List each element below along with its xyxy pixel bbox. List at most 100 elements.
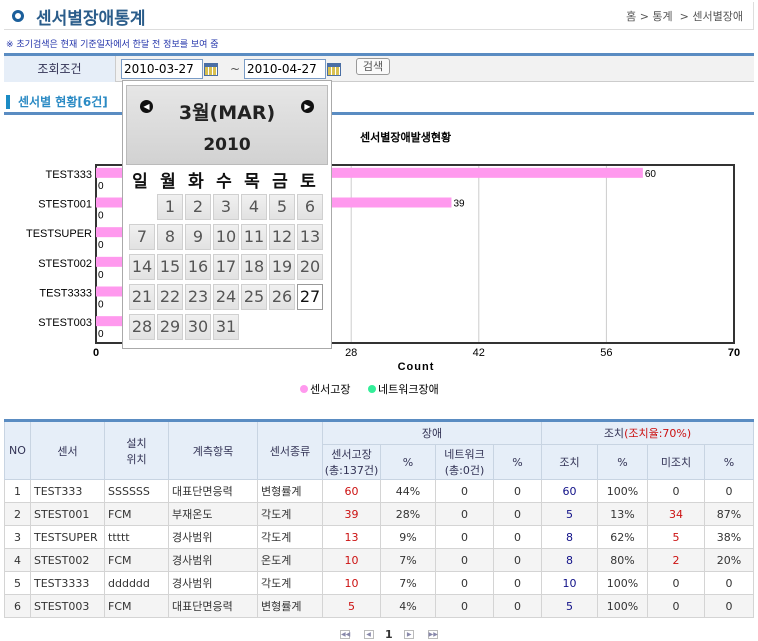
calendar-day-12[interactable]: 12	[269, 224, 295, 250]
row-sensor-fault-pct: 4%	[380, 594, 436, 618]
next-month-icon[interactable]: ▶	[301, 100, 314, 113]
title-circle-icon	[12, 10, 24, 22]
current-page[interactable]: 1	[385, 628, 393, 641]
calendar-day-20[interactable]: 20	[297, 254, 323, 280]
row-no: 6	[4, 594, 31, 618]
last-page-icon[interactable]: ▶▶	[427, 629, 438, 639]
end-calendar-icon[interactable]	[327, 63, 341, 76]
calendar-weekdays: 일 월 화 수 목 금 토	[126, 167, 328, 192]
row-action: 60	[541, 479, 598, 503]
calendar-day-28[interactable]: 28	[129, 314, 155, 340]
row-sensor-fault-pct: 7%	[380, 571, 436, 595]
sensor-fault-label: 센서고장	[331, 448, 372, 461]
section-header: 센서별 현황[6건]	[4, 90, 754, 115]
row-no-action: 2	[647, 548, 705, 572]
page-title: 센서별장애통계	[36, 9, 146, 29]
calendar-day-3[interactable]: 3	[213, 194, 239, 220]
row-sensor-fault-pct: 44%	[380, 479, 436, 503]
calendar-day-2[interactable]: 2	[185, 194, 211, 220]
row-sensor-fault: 10	[322, 548, 381, 572]
row-sensor: STEST002	[30, 548, 105, 572]
row-measure: 부재온도	[168, 502, 258, 526]
bar-value-label: 0	[98, 181, 104, 192]
calendar-day-13[interactable]: 13	[297, 224, 323, 250]
calendar-day-14[interactable]: 14	[129, 254, 155, 280]
col-no: NO	[4, 420, 31, 480]
calendar-day-26[interactable]: 26	[269, 284, 295, 310]
breadcrumb-home[interactable]: 홈	[626, 10, 636, 23]
calendar-day-15[interactable]: 15	[157, 254, 183, 280]
calendar-day-22[interactable]: 22	[157, 284, 183, 310]
col-measure: 계측항목	[168, 420, 258, 480]
y-tick-label: STEST002	[38, 258, 92, 270]
row-sensor-type: 각도계	[257, 571, 323, 595]
table-row: 4 STEST002 FCM 경사범위 온도계 10 7% 0 0 8 80% 2 20%	[4, 548, 754, 572]
row-sensor-type: 각도계	[257, 502, 323, 526]
table-row: 1 TEST333 SSSSSS 대표단면응력 변형률계 60 44% 0 0 60 100% 0 0	[4, 479, 754, 503]
row-action: 5	[541, 502, 598, 526]
x-tick-label: 56	[600, 347, 612, 359]
weekday-sat: 토	[300, 172, 316, 192]
search-button[interactable]: 검색	[356, 58, 390, 75]
calendar-day-9[interactable]: 9	[185, 224, 211, 250]
col-sensor-fault: 센서고장 (총:137건)	[322, 444, 381, 480]
legend-sensor-fault-dot-icon	[300, 385, 308, 393]
calendar-day-23[interactable]: 23	[185, 284, 211, 310]
calendar-day-25[interactable]: 25	[241, 284, 267, 310]
row-no-action-pct: 87%	[704, 502, 754, 526]
calendar-day-17[interactable]: 17	[213, 254, 239, 280]
sensor-fault-table: NO 센서 설치 위치 계측항목 센서종류 장애 조치(조치율:70%) 센서고…	[4, 419, 754, 618]
calendar-day-7[interactable]: 7	[129, 224, 155, 250]
calendar-day-10[interactable]: 10	[213, 224, 239, 250]
section-bar-icon	[6, 95, 10, 109]
calendar-day-30[interactable]: 30	[185, 314, 211, 340]
prev-page-icon[interactable]: ◀	[363, 629, 374, 639]
calendar-year: 2010	[203, 135, 251, 155]
calendar-day-1[interactable]: 1	[157, 194, 183, 220]
legend-network-fault: 네트워크장애	[377, 383, 439, 396]
calendar-day-11[interactable]: 11	[241, 224, 267, 250]
start-calendar-icon[interactable]	[204, 63, 218, 76]
row-sensor: TEST3333	[30, 571, 105, 595]
calendar-day-4[interactable]: 4	[241, 194, 267, 220]
breadcrumb-stats[interactable]: 통계	[652, 10, 672, 23]
calendar-day-31[interactable]: 31	[213, 314, 239, 340]
calendar-day-27[interactable]: 27	[297, 284, 323, 310]
first-page-icon[interactable]: ◀◀	[340, 629, 350, 639]
row-measure: 대표단면응력	[168, 479, 258, 503]
row-no-action-pct: 0	[704, 571, 754, 595]
end-date-input[interactable]	[244, 59, 326, 79]
breadcrumb-separator: >	[639, 10, 649, 23]
calendar-day-5[interactable]: 5	[269, 194, 295, 220]
pagination: ◀◀ ◀ 1 ▶ ▶▶	[335, 627, 443, 641]
row-action-pct: 80%	[597, 548, 648, 572]
row-sensor: TEST333	[30, 479, 105, 503]
next-page-icon[interactable]: ▶	[404, 629, 415, 639]
x-tick-label: 70	[728, 347, 740, 359]
row-no-action: 34	[647, 502, 705, 526]
calendar-day-29[interactable]: 29	[157, 314, 183, 340]
row-sensor: STEST001	[30, 502, 105, 526]
start-date-input[interactable]	[121, 59, 203, 79]
calendar-day-8[interactable]: 8	[157, 224, 183, 250]
col-action: 조치	[541, 444, 598, 480]
calendar-day-16[interactable]: 16	[185, 254, 211, 280]
calendar-month: 3월(MAR)	[178, 102, 276, 124]
page-header: 센서별장애통계 홈 > 통계 > 센서별장애	[4, 2, 754, 30]
calendar-day-6[interactable]: 6	[297, 194, 323, 220]
row-sensor-fault-pct: 28%	[380, 502, 436, 526]
calendar-day-21[interactable]: 21	[129, 284, 155, 310]
calendar-day-19[interactable]: 19	[269, 254, 295, 280]
calendar-day-18[interactable]: 18	[241, 254, 267, 280]
row-sensor-fault-pct: 7%	[380, 548, 436, 572]
col-sensor-fault-pct: %	[380, 444, 436, 480]
table-row: 6 STEST003 FCM 대표단면응력 변형률계 5 4% 0 0 5 100% 0 0	[4, 594, 754, 618]
row-measure: 대표단면응력	[168, 594, 258, 618]
weekday-tue: 화	[188, 172, 204, 192]
calendar-day-24[interactable]: 24	[213, 284, 239, 310]
bar-value-label: 60	[645, 169, 657, 180]
row-no: 3	[4, 525, 31, 549]
bar-value-label: 39	[453, 199, 465, 210]
row-action-pct: 13%	[597, 502, 648, 526]
col-location: 설치 위치	[104, 420, 169, 480]
